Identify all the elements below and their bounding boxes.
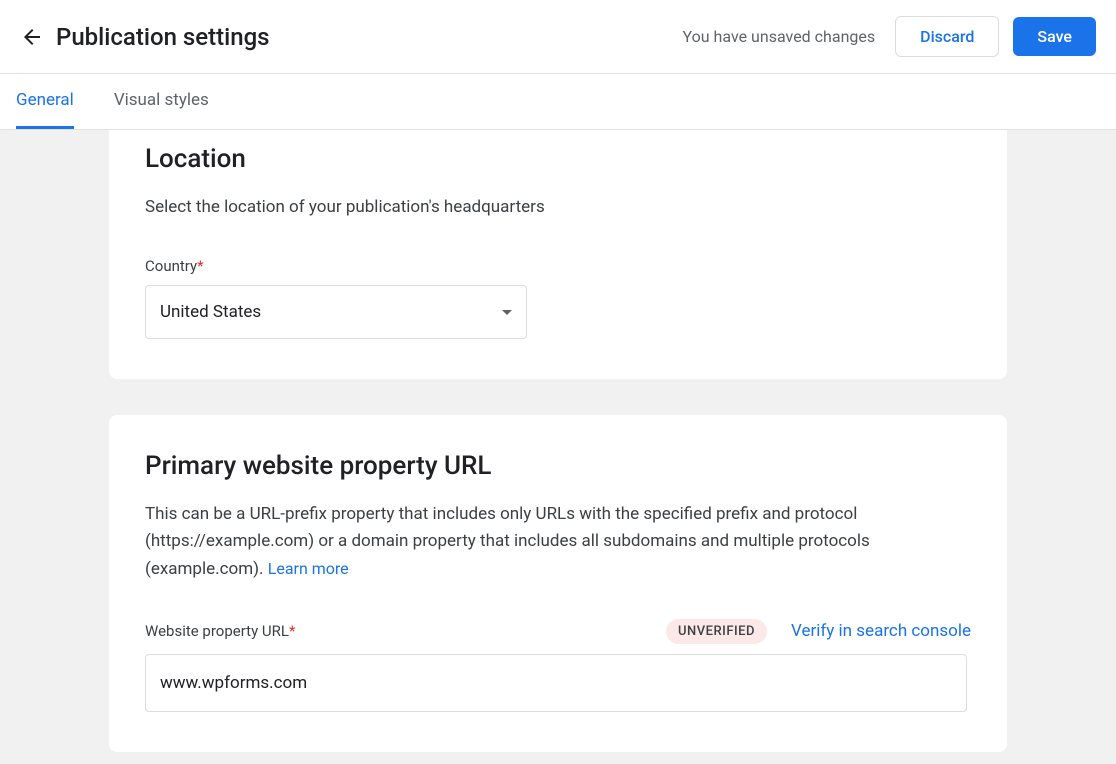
url-label: Website property URL*: [145, 622, 295, 640]
url-field-row: Website property URL* UNVERIFIED Verify …: [145, 619, 971, 644]
url-description: This can be a URL-prefix property that i…: [145, 501, 971, 583]
url-label-text: Website property URL: [145, 622, 289, 640]
save-button[interactable]: Save: [1013, 17, 1096, 56]
unsaved-changes-message: You have unsaved changes: [683, 27, 876, 46]
country-select[interactable]: United States: [145, 285, 527, 339]
website-url-input[interactable]: [145, 654, 967, 712]
learn-more-link[interactable]: Learn more: [268, 559, 349, 578]
country-selected-value: United States: [160, 302, 261, 322]
chevron-down-icon: [502, 310, 512, 315]
required-asterisk: *: [289, 622, 295, 640]
back-arrow-icon[interactable]: [20, 25, 44, 49]
url-status-area: UNVERIFIED Verify in search console: [666, 619, 971, 644]
discard-button[interactable]: Discard: [895, 16, 999, 57]
country-select-wrapper: United States: [145, 285, 527, 339]
tabs-bar: General Visual styles: [0, 74, 1116, 130]
tab-visual-styles[interactable]: Visual styles: [114, 74, 209, 129]
location-card: Location Select the location of your pub…: [109, 130, 1007, 379]
unverified-badge: UNVERIFIED: [666, 619, 767, 644]
verify-search-console-link[interactable]: Verify in search console: [791, 621, 971, 641]
country-label-text: Country: [145, 257, 197, 275]
location-title: Location: [145, 144, 971, 174]
page-title: Publication settings: [56, 23, 683, 51]
url-title: Primary website property URL: [145, 451, 971, 481]
url-description-text: This can be a URL-prefix property that i…: [145, 504, 870, 578]
country-label: Country*: [145, 257, 971, 275]
header-bar: Publication settings You have unsaved ch…: [0, 0, 1116, 74]
required-asterisk: *: [197, 257, 203, 275]
tab-general[interactable]: General: [16, 74, 74, 129]
url-card: Primary website property URL This can be…: [109, 415, 1007, 752]
location-description: Select the location of your publication'…: [145, 194, 971, 221]
content-area: Location Select the location of your pub…: [0, 130, 1116, 764]
